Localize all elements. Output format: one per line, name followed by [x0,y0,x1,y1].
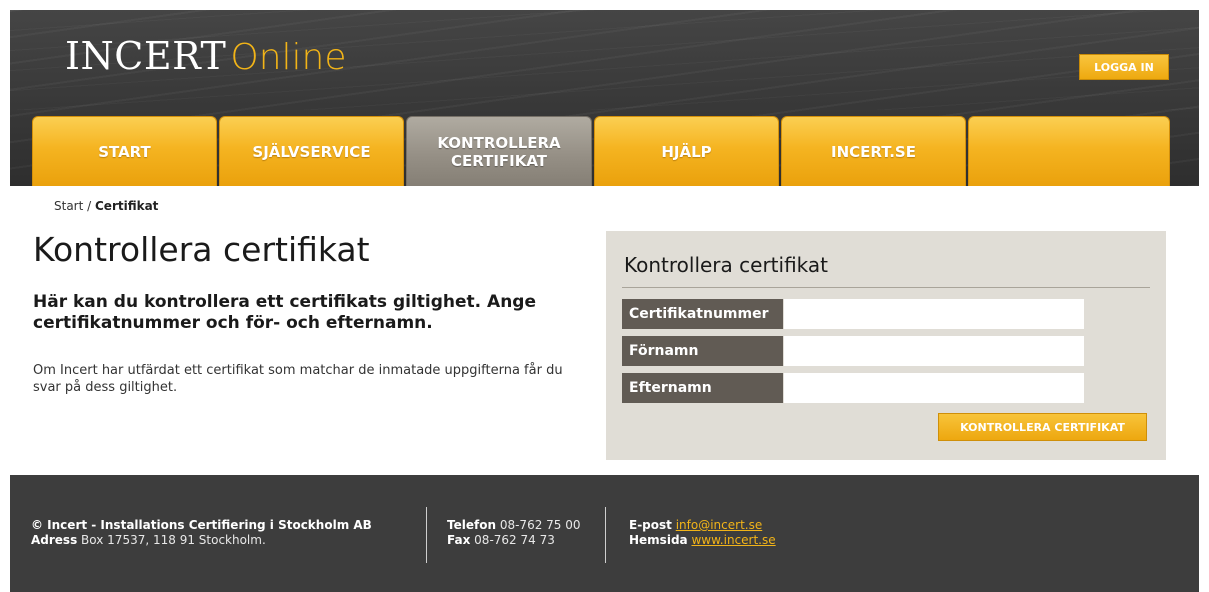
tab-kontrollera-certifikat[interactable]: KONTROLLERA CERTIFIKAT [406,116,592,186]
footer-company-name: © Incert - Installations Certifiering i … [31,518,372,532]
footer-contact-block: E-post info@incert.se Hemsida www.incert… [629,518,776,548]
lead-text: Här kan du kontrollera ett certifikats g… [33,292,536,333]
login-button[interactable]: LOGGA IN [1079,54,1169,80]
tab-incert-se-label: INCERT.SE [831,142,916,161]
footer-divider [605,507,606,563]
efternamn-label: Efternamn [622,373,783,403]
tab-hjalp[interactable]: HJÄLP [594,116,779,186]
footer-email-link[interactable]: info@incert.se [676,518,763,532]
breadcrumb-separator: / [83,199,95,213]
tab-kontrollera-line1: KONTROLLERA [437,133,561,152]
tab-empty [968,116,1170,186]
form-title: Kontrollera certifikat [624,253,828,277]
footer-address-label: Adress [31,533,78,547]
form-divider [622,287,1150,288]
logo-main-text: INCERT [65,34,227,78]
site-footer: © Incert - Installations Certifiering i … [10,475,1199,592]
fornamn-input[interactable] [784,336,1084,366]
footer-phone-value: 08-762 75 00 [499,518,581,532]
footer-company-block: © Incert - Installations Certifiering i … [31,518,372,548]
field-row-efternamn: Efternamn [622,373,1084,403]
certificate-check-form: Kontrollera certifikat Certifikatnummer … [606,231,1166,460]
tab-start-label: START [98,142,151,161]
footer-divider [426,507,427,563]
tab-hjalp-label: HJÄLP [661,142,712,161]
breadcrumb-home-link[interactable]: Start [54,199,83,213]
footer-fax-label: Fax [447,533,471,547]
tab-kontrollera-certifikat-label: KONTROLLERA CERTIFIKAT [437,134,560,170]
site-header: INCERT Online LOGGA IN START SJÄLVSERVICE… [10,10,1199,186]
tab-sjalvservice-label: SJÄLVSERVICE [252,142,371,161]
field-row-fornamn: Förnamn [622,336,1084,366]
footer-email-label: E-post [629,518,672,532]
tab-incert-se[interactable]: INCERT.SE [781,116,966,186]
breadcrumb-current: Certifikat [95,199,159,213]
tab-start[interactable]: START [32,116,217,186]
body-text: Om Incert har utfärdat ett certifikat so… [33,363,563,395]
tab-sjalvservice[interactable]: SJÄLVSERVICE [219,116,404,186]
main-nav: START SJÄLVSERVICE KONTROLLERA CERTIFIKA… [32,116,1170,186]
footer-address-value: Box 17537, 118 91 Stockholm. [81,533,266,547]
footer-phone-label: Telefon [447,518,496,532]
tab-kontrollera-line2: CERTIFIKAT [450,151,548,170]
fornamn-label: Förnamn [622,336,783,366]
footer-web-label: Hemsida [629,533,688,547]
footer-web-link[interactable]: www.incert.se [691,533,775,547]
breadcrumb: Start / Certifikat [54,199,158,213]
page: INCERT Online LOGGA IN START SJÄLVSERVICE… [0,0,1209,592]
footer-fax-value: 08-762 74 73 [474,533,555,547]
site-logo[interactable]: INCERT Online [65,34,347,78]
footer-phone-block: Telefon 08-762 75 00 Fax 08-762 74 73 [447,518,581,548]
certifikatnummer-label: Certifikatnummer [622,299,783,329]
logo-sub-text: Online [230,37,347,78]
efternamn-input[interactable] [784,373,1084,403]
page-title: Kontrollera certifikat [33,230,370,269]
field-row-certifikatnummer: Certifikatnummer [622,299,1084,329]
certifikatnummer-input[interactable] [784,299,1084,329]
kontrollera-certifikat-button[interactable]: KONTROLLERA CERTIFIKAT [938,413,1147,441]
